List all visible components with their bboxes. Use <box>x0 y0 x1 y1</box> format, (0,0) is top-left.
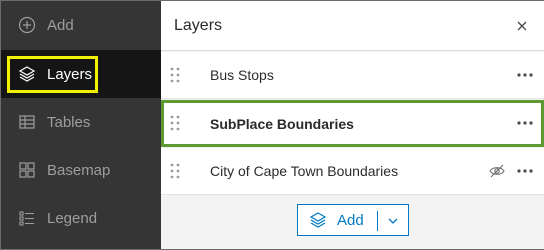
drag-handle-icon[interactable] <box>169 162 181 180</box>
more-options-icon[interactable] <box>516 116 534 130</box>
sidebar-item-label: Add <box>47 16 74 34</box>
panel-title: Layers <box>174 16 223 34</box>
more-options-icon[interactable] <box>516 164 534 178</box>
chevron-down-icon[interactable] <box>386 214 400 228</box>
table-icon <box>17 112 37 132</box>
layers-panel: Layers Bus Stops SubPlace Boundaries Cit… <box>161 1 544 249</box>
sidebar-item-label: Tables <box>47 113 91 131</box>
layer-row-selected[interactable]: SubPlace Boundaries <box>161 100 544 147</box>
add-layer-button[interactable]: Add <box>297 204 409 236</box>
layer-row[interactable]: Bus Stops <box>161 52 544 99</box>
close-icon[interactable] <box>514 18 530 34</box>
sidebar-item-label: Basemap <box>47 161 111 179</box>
layers-icon <box>309 212 327 228</box>
basemap-icon <box>17 160 37 180</box>
layer-name: SubPlace Boundaries <box>210 115 354 132</box>
layer-row[interactable]: City of Cape Town Boundaries <box>161 148 544 195</box>
layer-name: City of Cape Town Boundaries <box>210 163 399 179</box>
layer-name: Bus Stops <box>210 67 274 83</box>
panel-header: Layers <box>161 1 544 51</box>
drag-handle-icon[interactable] <box>169 66 181 84</box>
active-highlight <box>7 56 98 93</box>
sidebar-item-add[interactable]: Add <box>1 1 161 49</box>
sidebar-item-basemap[interactable]: Basemap <box>1 146 161 194</box>
visibility-off-icon[interactable] <box>488 162 506 180</box>
sidebar-item-tables[interactable]: Tables <box>1 98 161 146</box>
button-divider <box>377 211 378 231</box>
plus-circle-icon <box>17 15 37 35</box>
sidebar-item-label: Legend <box>47 209 98 227</box>
drag-handle-icon[interactable] <box>169 114 181 132</box>
more-options-icon[interactable] <box>516 68 534 82</box>
sidebar: Add Layers Tables Basemap Legend <box>1 1 161 249</box>
app-window: Add Layers Tables Basemap Legend Layers … <box>0 0 544 250</box>
add-button-label: Add <box>337 211 364 229</box>
legend-icon <box>17 208 37 228</box>
sidebar-item-legend[interactable]: Legend <box>1 194 161 242</box>
sidebar-item-layers[interactable]: Layers <box>1 50 161 98</box>
